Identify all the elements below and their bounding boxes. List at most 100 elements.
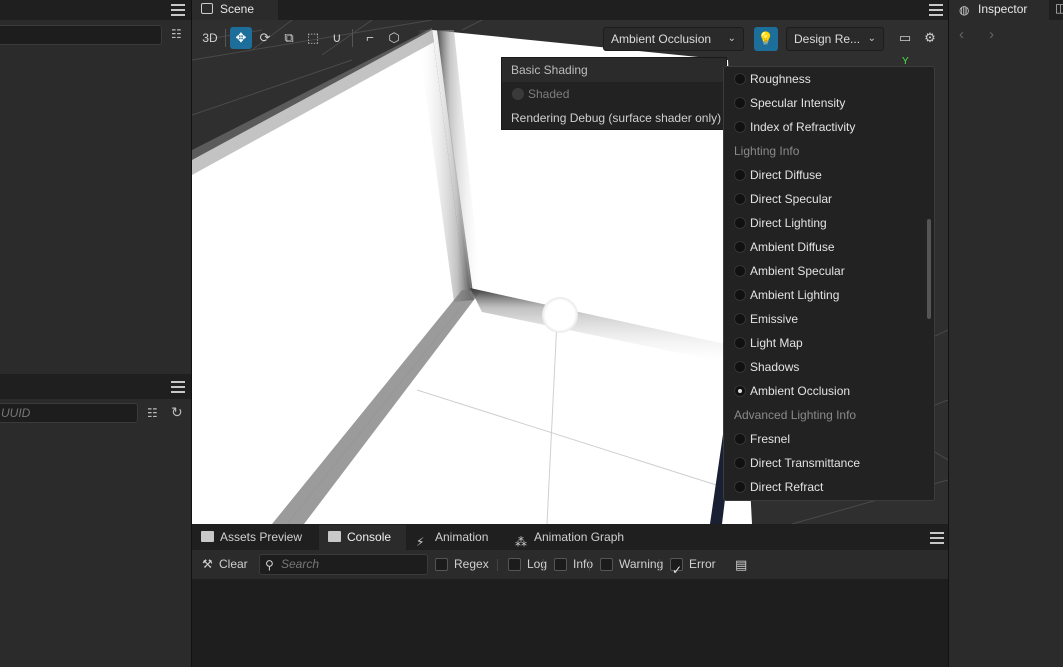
lightbulb-icon[interactable]: 💡 bbox=[754, 27, 778, 51]
tab-animation-graph[interactable]: ⁂ Animation Graph bbox=[506, 525, 632, 550]
debug-option-direct-lighting[interactable]: Direct Lighting bbox=[724, 211, 934, 235]
checkbox[interactable] bbox=[554, 558, 567, 571]
bottom-tabbar: Assets Preview Console ⚡ Animation ⁂ Ani… bbox=[192, 525, 948, 550]
animation-icon: ⚡ bbox=[416, 535, 425, 549]
filter-separator bbox=[497, 559, 498, 571]
filter-log[interactable]: Log bbox=[506, 550, 547, 579]
filter-error[interactable]: Error bbox=[668, 550, 716, 585]
broom-icon: ⚒ bbox=[202, 557, 213, 571]
node-library-icon[interactable]: ◫ bbox=[1055, 1, 1063, 15]
console-output bbox=[192, 579, 948, 667]
tab-inspector[interactable]: ◍ Inspector bbox=[949, 0, 1049, 20]
radio-icon bbox=[734, 217, 746, 229]
hierarchy-filter-icon[interactable]: ☷ bbox=[171, 27, 182, 41]
debug-option-direct-refract[interactable]: Direct Refract bbox=[724, 475, 934, 499]
tab-animation[interactable]: ⚡ Animation bbox=[407, 525, 504, 550]
chevron-down-icon: ⌄ bbox=[867, 33, 876, 44]
debug-option-label: Specular Intensity bbox=[750, 96, 846, 110]
copy-log-icon[interactable]: ▤ bbox=[735, 550, 747, 579]
section-advanced-lighting-info: Advanced Lighting Info bbox=[734, 408, 857, 422]
tab-animation-label: Animation bbox=[435, 530, 489, 544]
design-resolution-dropdown[interactable]: Design Re... ⌄ bbox=[786, 27, 884, 51]
scene-menu-icon[interactable] bbox=[929, 4, 943, 16]
tab-scene-label: Scene bbox=[220, 2, 255, 16]
sphere-object[interactable] bbox=[542, 297, 578, 333]
debug-option-direct-transmittance[interactable]: Direct Transmittance bbox=[724, 451, 934, 475]
list-scrollbar[interactable] bbox=[927, 219, 931, 319]
hierarchy-search-input[interactable] bbox=[0, 25, 162, 45]
filter-separator bbox=[543, 559, 544, 571]
chevron-down-icon: ⌄ bbox=[727, 33, 736, 44]
chevron-right-icon[interactable]: › bbox=[989, 26, 994, 43]
basic-shading-header[interactable]: Basic Shading bbox=[502, 58, 726, 82]
rendering-debug-option[interactable]: Rendering Debug (surface shader only) bbox=[502, 106, 726, 130]
assets-menu-icon[interactable] bbox=[171, 381, 185, 393]
debug-option-ambient-lighting[interactable]: Ambient Lighting bbox=[724, 283, 934, 307]
console-search-placeholder: Search bbox=[281, 557, 320, 571]
console-menu-icon[interactable] bbox=[930, 532, 944, 544]
debug-option-ambient-diffuse[interactable]: Ambient Diffuse bbox=[724, 235, 934, 259]
rect-tool-button[interactable]: ⬚ bbox=[302, 27, 324, 49]
clear-button[interactable]: ⚒ Clear bbox=[202, 550, 248, 579]
rotate-tool-button[interactable]: ⟳ bbox=[254, 27, 276, 49]
snap-tool-button[interactable]: ∪ bbox=[326, 27, 348, 49]
checkbox[interactable] bbox=[508, 558, 521, 571]
camera-icon[interactable]: ▭ bbox=[894, 27, 916, 49]
editor-window: ☷ UUID ☷ ↻ Scene 3D ✥ ⟳ ⧉ ⬚ ∪ ⌐ ⬡ Ambien… bbox=[0, 0, 1063, 667]
filter-separator bbox=[659, 559, 660, 571]
coordinate-tool-button[interactable]: ⬡ bbox=[383, 27, 405, 49]
debug-option-direct-specular[interactable]: Direct Specular bbox=[724, 187, 934, 211]
3d-toggle-button[interactable]: 3D bbox=[198, 27, 222, 49]
debug-option-label: Ambient Diffuse bbox=[750, 240, 835, 254]
radio-icon bbox=[734, 481, 746, 493]
hierarchy-panel: ☷ UUID ☷ ↻ bbox=[0, 0, 191, 667]
filter-info[interactable]: Info bbox=[552, 550, 593, 579]
scene-viewport[interactable]: 3D ✥ ⟳ ⧉ ⬚ ∪ ⌐ ⬡ Ambient Occlusion ⌄ 💡 D… bbox=[192, 20, 948, 524]
console-toolbar: ⚒ Clear ⚲ Search Regex Log Info Warning Erro… bbox=[192, 550, 948, 585]
gear-icon[interactable]: ⚙ bbox=[919, 27, 941, 49]
debug-option-light-map[interactable]: Light Map bbox=[724, 331, 934, 355]
filter-label: Info bbox=[573, 557, 594, 571]
debug-option-direct-diffuse[interactable]: Direct Diffuse bbox=[724, 163, 934, 187]
refresh-icon[interactable]: ↻ bbox=[171, 404, 183, 421]
debug-option-ambient-specular[interactable]: Ambient Specular bbox=[724, 259, 934, 283]
radio-icon bbox=[734, 265, 746, 277]
assets-search-input[interactable]: UUID bbox=[0, 403, 138, 423]
hierarchy-menu-icon[interactable] bbox=[171, 4, 185, 16]
console-icon bbox=[328, 531, 341, 542]
debug-option-ambient-occlusion[interactable]: Ambient Occlusion bbox=[724, 379, 934, 403]
checkbox[interactable] bbox=[670, 556, 683, 585]
assets-filter-icon[interactable]: ☷ bbox=[147, 406, 158, 420]
filter-label: Regex bbox=[454, 557, 489, 571]
radio-icon bbox=[734, 193, 746, 205]
debug-option-label: Emissive bbox=[750, 312, 799, 326]
tab-scene[interactable]: Scene bbox=[192, 0, 278, 20]
chevron-left-icon[interactable]: ‹ bbox=[959, 26, 964, 43]
pivot-tool-button[interactable]: ⌐ bbox=[359, 27, 381, 49]
console-search-input[interactable]: ⚲ Search bbox=[259, 554, 428, 575]
filter-regex[interactable]: Regex bbox=[433, 550, 489, 579]
debug-option-label: Shadows bbox=[750, 360, 800, 374]
filter-warning[interactable]: Warning bbox=[598, 550, 663, 579]
debug-option-specular-intensity[interactable]: Specular Intensity bbox=[724, 91, 934, 115]
move-tool-button[interactable]: ✥ bbox=[230, 27, 252, 49]
tab-assets-preview[interactable]: Assets Preview bbox=[192, 525, 318, 550]
debug-option-roughness[interactable]: Roughness bbox=[724, 67, 934, 91]
checkbox[interactable] bbox=[435, 558, 448, 571]
design-resolution-value: Design Re... bbox=[794, 32, 861, 46]
debug-option-label: Direct Transmittance bbox=[750, 456, 861, 470]
inspector-header: ◍ Inspector ◫ bbox=[949, 0, 1063, 20]
debug-option-index-of-refractivity[interactable]: Index of Refractivity bbox=[724, 115, 934, 139]
tab-console[interactable]: Console bbox=[319, 525, 406, 550]
scene-icon bbox=[201, 3, 213, 14]
radio-icon bbox=[734, 337, 746, 349]
view-mode-dropdown[interactable]: Ambient Occlusion ⌄ bbox=[603, 27, 744, 51]
debug-option-shadows[interactable]: Shadows bbox=[724, 355, 934, 379]
checkbox[interactable] bbox=[600, 558, 613, 571]
shaded-option[interactable]: Shaded bbox=[502, 82, 726, 106]
debug-option-fresnel[interactable]: Fresnel bbox=[724, 427, 934, 451]
debug-option-emissive[interactable]: Emissive bbox=[724, 307, 934, 331]
toolbar-separator bbox=[225, 29, 226, 47]
scale-tool-button[interactable]: ⧉ bbox=[278, 27, 300, 49]
debug-option-label: Direct Diffuse bbox=[750, 168, 822, 182]
